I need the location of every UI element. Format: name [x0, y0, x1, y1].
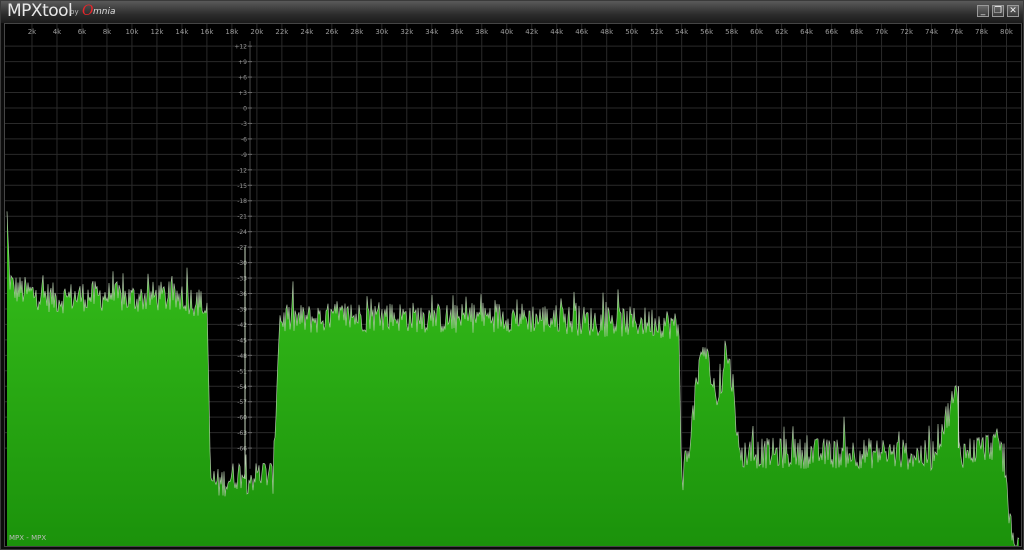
x-tick-label: 36k	[450, 28, 464, 36]
y-tick-label: -57	[237, 399, 247, 406]
minimize-button[interactable]: _	[977, 5, 989, 17]
x-tick-label: 2k	[28, 28, 37, 36]
output-label: MPX	[31, 534, 47, 542]
by-label: by	[70, 8, 79, 16]
x-tick-label: 6k	[78, 28, 87, 36]
x-tick-label: 46k	[575, 28, 589, 36]
y-tick-label: -51	[237, 368, 247, 375]
x-tick-label: 74k	[925, 28, 939, 36]
y-tick-label: -45	[237, 337, 247, 344]
y-tick-label: -18	[237, 198, 247, 205]
x-tick-label: 76k	[950, 28, 964, 36]
x-tick-label: 4k	[53, 28, 62, 36]
y-tick-label: -30	[237, 260, 247, 267]
y-tick-label: -36	[237, 291, 247, 298]
y-tick-label: -27	[237, 245, 247, 252]
x-tick-label: 18k	[225, 28, 239, 36]
x-tick-label: 14k	[175, 28, 189, 36]
x-tick-label: 22k	[275, 28, 289, 36]
x-tick-label: 78k	[975, 28, 989, 36]
x-tick-label: 12k	[150, 28, 164, 36]
close-button[interactable]: ✕	[1007, 5, 1019, 17]
y-tick-label: -24	[237, 229, 247, 236]
status-bar: MPX - MPX	[9, 534, 46, 542]
x-tick-label: 72k	[900, 28, 914, 36]
y-tick-label: -9	[241, 152, 247, 159]
x-tick-label: 52k	[650, 28, 664, 36]
restore-button[interactable]: ❐	[992, 5, 1004, 17]
input-label: MPX	[9, 534, 25, 542]
app-title: MPXtool	[7, 1, 73, 21]
x-tick-label: 48k	[600, 28, 614, 36]
status-separator: -	[26, 534, 29, 542]
title-bar[interactable]: MPXtool by O mnia _ ❐ ✕	[1, 1, 1023, 23]
x-tick-label: 10k	[125, 28, 139, 36]
x-tick-label: 80k	[1000, 28, 1014, 36]
y-tick-label: -66	[237, 446, 247, 453]
x-tick-label: 26k	[325, 28, 339, 36]
y-tick-label: 0	[243, 105, 247, 112]
x-tick-label: 56k	[700, 28, 714, 36]
y-tick-label: -6	[241, 136, 247, 143]
y-tick-label: -39	[237, 306, 247, 313]
x-tick-label: 28k	[350, 28, 364, 36]
y-tick-label: -60	[237, 415, 247, 422]
x-tick-label: 68k	[850, 28, 864, 36]
x-tick-label: 42k	[525, 28, 539, 36]
y-tick-label: -42	[237, 322, 247, 329]
app-window: MPXtool by O mnia _ ❐ ✕ 2k 4k 6k 8k 10k 12k 14…	[0, 0, 1024, 550]
brand-logo-text: mnia	[93, 7, 116, 17]
x-tick-label: 24k	[300, 28, 314, 36]
x-tick-label: 16k	[200, 28, 214, 36]
y-tick-label: +12	[234, 44, 247, 51]
x-tick-label: 58k	[725, 28, 739, 36]
x-tick-label: 20k	[250, 28, 264, 36]
y-tick-label: -48	[237, 353, 247, 360]
spectrum-plot: 2k 4k 6k 8k 10k 12k 14k 16k 18k 20k 22k 24k 26k 28k 30…	[4, 23, 1022, 547]
y-tick-label: -12	[237, 167, 247, 174]
y-tick-label: -15	[237, 183, 247, 190]
x-tick-label: 50k	[625, 28, 639, 36]
y-tick-label: -3	[241, 121, 247, 128]
spectrum-chart: 2k 4k 6k 8k 10k 12k 14k 16k 18k 20k 22k 24k 26k 28k 30…	[5, 24, 1021, 546]
x-tick-label: 38k	[475, 28, 489, 36]
brand-logo: O	[82, 3, 94, 19]
y-tick-label: +6	[238, 75, 247, 82]
x-tick-label: 40k	[500, 28, 514, 36]
y-tick-label: -54	[237, 384, 247, 391]
x-tick-label: 44k	[550, 28, 564, 36]
x-tick-label: 60k	[750, 28, 764, 36]
y-tick-label: -63	[237, 430, 247, 437]
x-tick-label: 30k	[375, 28, 389, 36]
y-tick-label: -33	[237, 276, 247, 283]
y-tick-label: +9	[238, 59, 247, 66]
x-tick-label: 54k	[675, 28, 689, 36]
x-tick-label: 64k	[800, 28, 814, 36]
x-tick-label: 62k	[775, 28, 789, 36]
x-tick-label: 70k	[875, 28, 889, 36]
y-tick-label: +3	[238, 90, 247, 97]
x-tick-label: 66k	[825, 28, 839, 36]
x-tick-label: 8k	[103, 28, 112, 36]
x-tick-label: 32k	[400, 28, 414, 36]
spectrum-area	[7, 211, 1019, 546]
x-tick-label: 34k	[425, 28, 439, 36]
y-tick-label: -21	[237, 214, 247, 221]
